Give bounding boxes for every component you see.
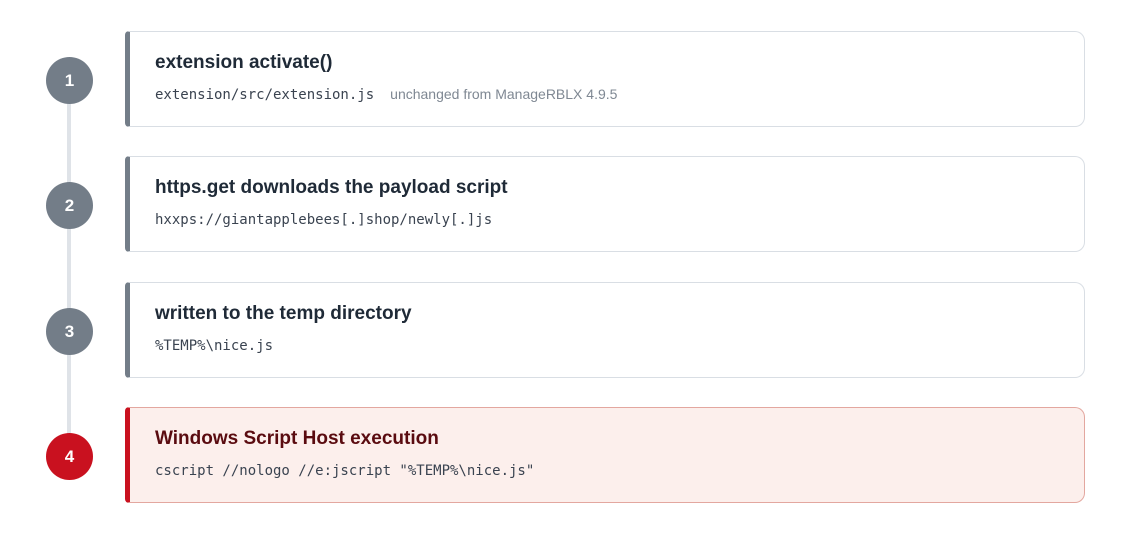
step-detail: hxxps://giantapplebees[.]shop/newly[.]js xyxy=(155,211,492,229)
step-code: %TEMP%\nice.js xyxy=(155,338,274,354)
step-number-badge: 1 xyxy=(46,57,93,104)
step-number-badge: 3 xyxy=(46,308,93,355)
step-note: unchanged from ManageRBLX 4.9.5 xyxy=(390,86,618,102)
timeline-connector xyxy=(67,80,71,456)
step-code: extension/src/extension.js xyxy=(155,87,375,103)
step-code: hxxps://giantapplebees[.]shop/newly[.]js xyxy=(155,212,493,228)
step-detail: extension/src/extension.js unchanged from… xyxy=(155,86,617,104)
step-detail: %TEMP%\nice.js xyxy=(155,337,273,355)
step-title: https.get downloads the payload script xyxy=(155,177,508,198)
timeline-step-1: 1 extension activate() extension/src/ext… xyxy=(0,31,1123,129)
step-number-badge: 2 xyxy=(46,182,93,229)
step-title: extension activate() xyxy=(155,52,333,73)
step-card-alert: Windows Script Host execution cscript //… xyxy=(125,407,1085,503)
timeline-step-2: 2 https.get downloads the payload script… xyxy=(0,156,1123,254)
step-title: Windows Script Host execution xyxy=(155,428,439,449)
step-card: https.get downloads the payload script h… xyxy=(125,156,1085,252)
step-detail: cscript //nologo //e:jscript "%TEMP%\nic… xyxy=(155,462,534,480)
step-card: extension activate() extension/src/exten… xyxy=(125,31,1085,127)
step-code: cscript //nologo //e:jscript "%TEMP%\nic… xyxy=(155,463,535,479)
step-title: written to the temp directory xyxy=(155,303,412,324)
step-number-badge: 4 xyxy=(46,433,93,480)
timeline-step-4: 4 Windows Script Host execution cscript … xyxy=(0,407,1123,505)
timeline-step-3: 3 written to the temp directory %TEMP%\n… xyxy=(0,282,1123,380)
step-card: written to the temp directory %TEMP%\nic… xyxy=(125,282,1085,378)
attack-chain-timeline: 1 extension activate() extension/src/ext… xyxy=(0,0,1123,536)
